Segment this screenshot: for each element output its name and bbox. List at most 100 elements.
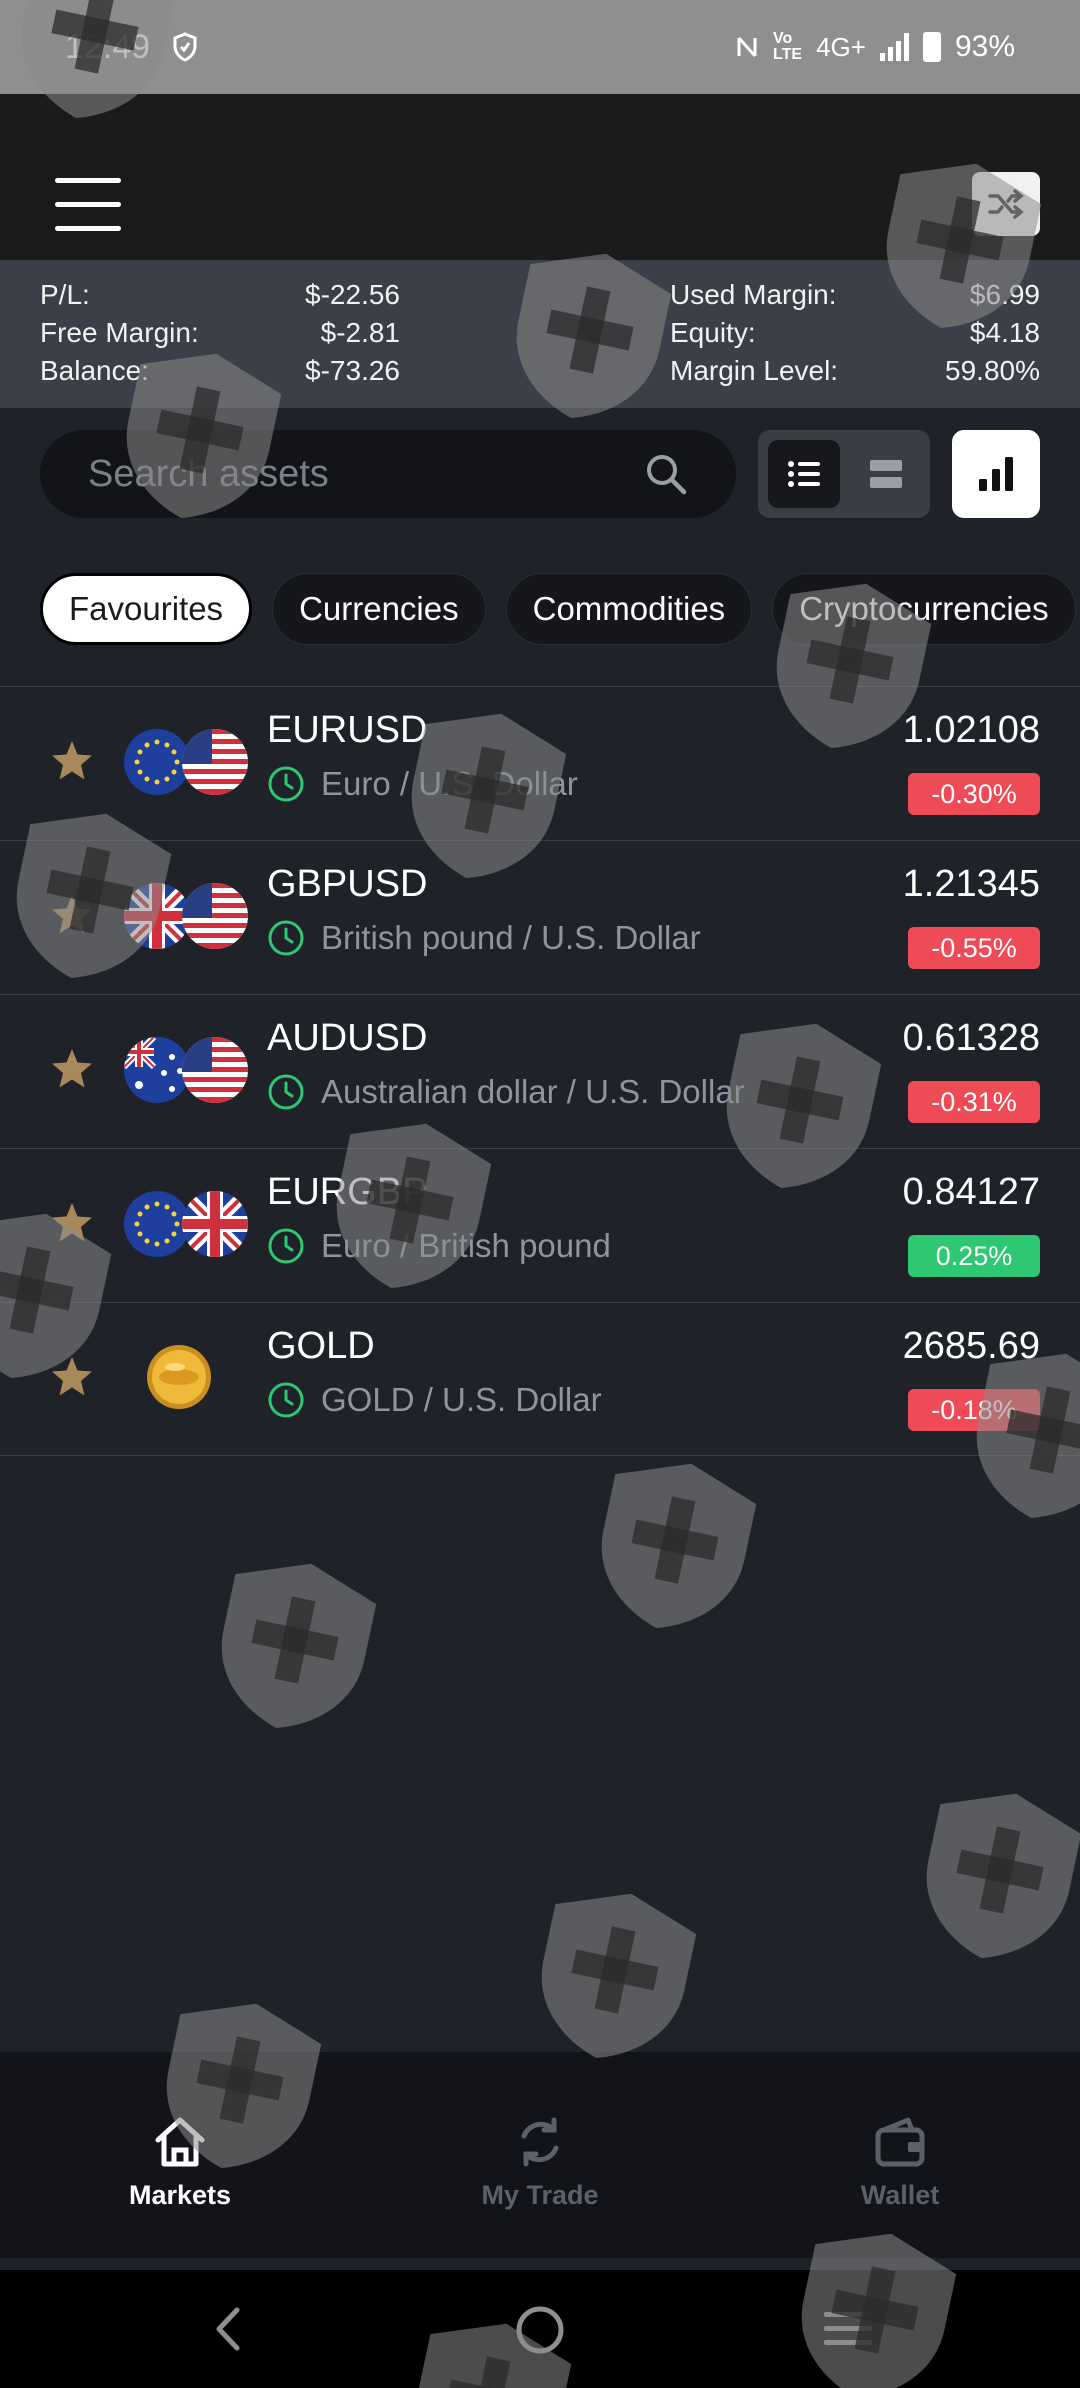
uk-flag-icon <box>182 1191 248 1257</box>
summary-value: $-2.81 <box>320 317 400 348</box>
eu-flag-icon <box>124 1191 190 1257</box>
asset-description-text: Euro / British pound <box>321 1227 611 1264</box>
summary-value: $6.99 <box>969 279 1040 310</box>
status-time: 12:49 <box>65 27 151 66</box>
asset-symbol: GBPUSD <box>267 863 428 905</box>
summary-label: Balance: <box>40 355 149 386</box>
wallet-icon <box>875 2117 925 2167</box>
search-icon[interactable] <box>644 452 688 496</box>
au-flag-icon <box>124 1037 190 1103</box>
clock-icon <box>268 1382 304 1418</box>
shuffle-icon <box>988 189 1024 219</box>
compact-list-icon <box>870 460 902 488</box>
asset-description: British pound / U.S. Dollar <box>267 919 701 957</box>
free-margin-row: Free Margin: $-2.81 <box>40 314 400 352</box>
star-icon[interactable] <box>50 1201 94 1245</box>
summary-label: P/L: <box>40 279 90 310</box>
clock-icon <box>268 766 304 802</box>
app-screen: 12:49 Vo LTE 4G+ 93% P/L: $-22.56 Free M… <box>0 0 1080 2388</box>
summary-value: $-73.26 <box>305 355 400 386</box>
nav-markets[interactable]: Markets <box>80 2112 280 2211</box>
network-type: 4G+ <box>816 31 866 62</box>
pl-row: P/L: $-22.56 <box>40 276 400 314</box>
hamburger-menu-icon[interactable] <box>55 176 121 232</box>
summary-value: 59.80% <box>945 355 1040 386</box>
margin-level-row: Margin Level: 59.80% <box>670 352 1040 390</box>
used-margin-row: Used Margin: $6.99 <box>670 276 1040 314</box>
star-icon[interactable] <box>50 1047 94 1091</box>
nav-wallet[interactable]: Wallet <box>800 2112 1000 2211</box>
change-badge: -0.30% <box>908 773 1040 815</box>
bottom-navigation: Markets My Trade Wallet <box>0 2052 1080 2258</box>
asset-price: 1.02108 <box>902 709 1040 751</box>
asset-row-gold[interactable]: GOLD GOLD / U.S. Dollar 2685.69 -0.18% <box>0 1302 1080 1456</box>
star-icon[interactable] <box>50 739 94 783</box>
app-header <box>0 94 1080 260</box>
asset-description: Australian dollar / U.S. Dollar <box>267 1073 745 1111</box>
compact-view-button[interactable] <box>850 440 922 508</box>
asset-symbol: GOLD <box>267 1325 375 1367</box>
home-circle-icon[interactable] <box>514 2304 566 2356</box>
asset-row-audusd[interactable]: AUDUSD Australian dollar / U.S. Dollar 0… <box>0 994 1080 1148</box>
clock-icon <box>268 920 304 956</box>
us-flag-icon <box>182 729 248 795</box>
summary-label: Equity: <box>670 317 756 348</box>
signal-icon <box>879 33 909 61</box>
shuffle-button[interactable] <box>972 172 1040 236</box>
recent-apps-icon[interactable] <box>822 2304 874 2354</box>
list-view-button[interactable] <box>768 440 840 508</box>
asset-row-eurgbp[interactable]: EURGBP Euro / British pound 0.84127 0.25… <box>0 1148 1080 1302</box>
asset-price: 1.21345 <box>902 863 1040 905</box>
list-icon <box>788 461 820 487</box>
nav-label: Markets <box>128 2180 232 2210</box>
asset-price: 2685.69 <box>902 1325 1040 1367</box>
summary-right: Used Margin: $6.99 Equity: $4.18 Margin … <box>670 276 1040 390</box>
asset-description-text: GOLD / U.S. Dollar <box>321 1381 602 1418</box>
asset-description: Euro / British pound <box>267 1227 611 1265</box>
gold-coin-icon <box>147 1345 211 1409</box>
view-mode-toggle <box>758 430 930 518</box>
asset-description: GOLD / U.S. Dollar <box>267 1381 602 1419</box>
battery-icon <box>922 32 941 62</box>
status-bar: 12:49 Vo LTE 4G+ 93% <box>0 0 1080 94</box>
nav-my-trade[interactable]: My Trade <box>440 2112 640 2211</box>
uk-flag-icon <box>124 883 190 949</box>
shield-status-icon <box>173 32 197 62</box>
change-badge: 0.25% <box>908 1235 1040 1277</box>
us-flag-icon <box>182 883 248 949</box>
tab-currencies[interactable]: Currencies <box>272 573 486 645</box>
asset-symbol: AUDUSD <box>267 1017 428 1059</box>
star-icon[interactable] <box>50 1355 94 1399</box>
change-badge: -0.31% <box>908 1081 1040 1123</box>
star-icon[interactable] <box>50 893 94 937</box>
chart-view-button[interactable] <box>952 430 1040 518</box>
tab-favourites[interactable]: Favourites <box>40 573 253 645</box>
tab-commodities[interactable]: Commodities <box>505 573 753 645</box>
asset-price: 0.61328 <box>902 1017 1040 1059</box>
clock-icon <box>268 1228 304 1264</box>
summary-left: P/L: $-22.56 Free Margin: $-2.81 Balance… <box>40 276 400 390</box>
search-input[interactable]: Search assets <box>40 430 736 518</box>
equity-row: Equity: $4.18 <box>670 314 1040 352</box>
nav-label: Wallet <box>860 2180 940 2210</box>
asset-description-text: Euro / U.S. Dollar <box>321 765 578 802</box>
summary-value: $4.18 <box>969 317 1040 348</box>
asset-row-gbpusd[interactable]: GBPUSD British pound / U.S. Dollar 1.213… <box>0 840 1080 994</box>
us-flag-icon <box>182 1037 248 1103</box>
tab-cryptocurrencies[interactable]: Cryptocurrencies <box>772 573 1076 645</box>
change-badge: -0.18% <box>908 1389 1040 1431</box>
clock-icon <box>268 1074 304 1110</box>
asset-description-text: British pound / U.S. Dollar <box>321 919 701 956</box>
asset-price: 0.84127 <box>902 1171 1040 1213</box>
back-icon[interactable] <box>205 2304 255 2354</box>
asset-symbol: EURGBP <box>267 1171 428 1213</box>
refresh-icon <box>521 2117 559 2167</box>
balance-row: Balance: $-73.26 <box>40 352 400 390</box>
home-icon <box>155 2117 205 2167</box>
asset-row-eurusd[interactable]: EURUSD Euro / U.S. Dollar 1.02108 -0.30% <box>0 686 1080 840</box>
asset-symbol: EURUSD <box>267 709 428 751</box>
system-navigation-bar <box>0 2270 1080 2388</box>
eu-flag-icon <box>124 729 190 795</box>
category-tabs: Favourites Currencies Commodities Crypto… <box>40 573 1080 645</box>
summary-label: Used Margin: <box>670 279 837 310</box>
